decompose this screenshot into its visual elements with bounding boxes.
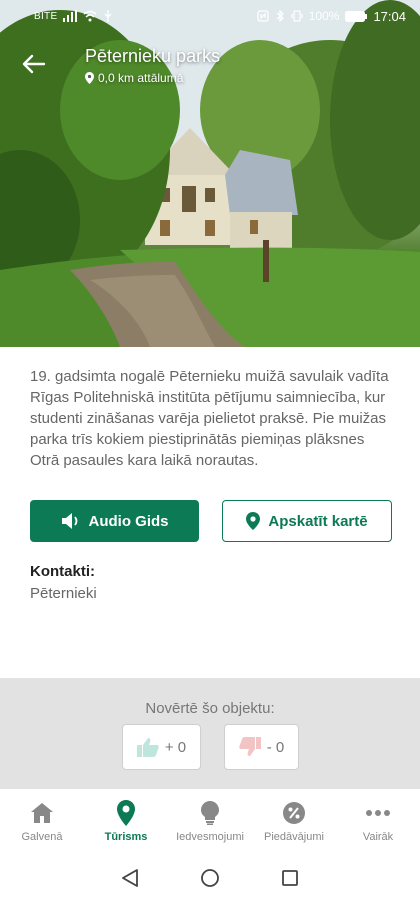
distance-info: 0,0 km attālumā: [85, 71, 183, 85]
nfc-icon: [257, 10, 269, 22]
battery-icon: [345, 10, 368, 22]
thumbs-up-icon: [136, 738, 159, 757]
contacts-value: Pēternieki: [30, 585, 97, 602]
triangle-back-icon: [122, 869, 138, 887]
nav-label-vairak: Vairāk: [362, 831, 394, 843]
back-button[interactable]: [20, 50, 48, 78]
carrier-label: BITE: [34, 10, 58, 22]
audio-guide-button[interactable]: Audio Gids: [30, 500, 199, 542]
square-recents-icon: [282, 870, 298, 886]
status-bar: BITE 100% 17:04: [0, 0, 420, 32]
thumbs-down-button[interactable]: - 0: [224, 724, 299, 770]
clock: 17:04: [373, 8, 406, 24]
speaker-icon: [61, 513, 77, 529]
nav-label-galvena: Galvenā: [21, 831, 63, 843]
nav-item-piedavajumi[interactable]: Piedāvājumi: [252, 789, 336, 856]
vibrate-icon: [291, 10, 303, 22]
bluetooth-icon: [276, 10, 284, 22]
nav-item-vairak[interactable]: Vairāk: [336, 789, 420, 856]
distance-label: 0,0 km attālumā: [98, 71, 184, 85]
view-on-map-label: Apskatīt kartē: [268, 512, 368, 530]
nav-item-turisms[interactable]: Tūrisms: [84, 789, 168, 856]
bottom-navigation: Galvenā Tūrisms Iedvesmojumi Piedāvājumi…: [0, 788, 420, 856]
nav-label-iedvesmojumi: Iedvesmojumi: [176, 831, 244, 843]
system-recents-button[interactable]: [270, 858, 310, 898]
rating-section: Novērtē šo objektu: + 0 - 0: [0, 678, 420, 788]
audio-guide-label: Audio Gids: [88, 512, 169, 530]
system-back-button[interactable]: [110, 858, 150, 898]
system-navigation-bar: [0, 856, 420, 900]
nav-item-iedvesmojumi[interactable]: Iedvesmojumi: [168, 789, 252, 856]
downvote-count: - 0: [266, 738, 285, 756]
battery-percent: 100%: [308, 9, 340, 23]
nav-item-galvena[interactable]: Galvenā: [0, 789, 84, 856]
system-home-button[interactable]: [190, 858, 230, 898]
contacts-heading: Kontakti:: [30, 563, 95, 580]
wifi-icon: [83, 10, 97, 22]
location-pin-icon: [85, 72, 94, 84]
thumbs-up-button[interactable]: + 0: [122, 724, 201, 770]
nav-label-turisms: Tūrisms: [104, 831, 148, 843]
upvote-count: + 0: [164, 738, 187, 756]
view-on-map-button[interactable]: Apskatīt kartē: [222, 500, 392, 542]
thumbs-down-icon: [239, 737, 261, 756]
page-title: Pēternieku parks: [85, 46, 221, 66]
location-pin-icon: [117, 800, 135, 826]
percent-badge-icon: [283, 802, 305, 824]
description-text: 19. gadsimta nogalē Pēternieku muižā sav…: [30, 368, 389, 469]
circle-home-icon: [201, 869, 219, 887]
nav-label-piedavajumi: Piedāvājumi: [264, 831, 324, 843]
signal-icon: [63, 10, 78, 22]
usb-icon: [104, 10, 112, 22]
more-dots-icon: [366, 810, 390, 816]
lightbulb-icon: [201, 801, 219, 825]
map-pin-icon: [246, 512, 261, 530]
rating-label: Novērtē šo objektu:: [145, 700, 275, 717]
arrow-left-icon: [22, 54, 46, 74]
home-icon: [31, 803, 53, 823]
